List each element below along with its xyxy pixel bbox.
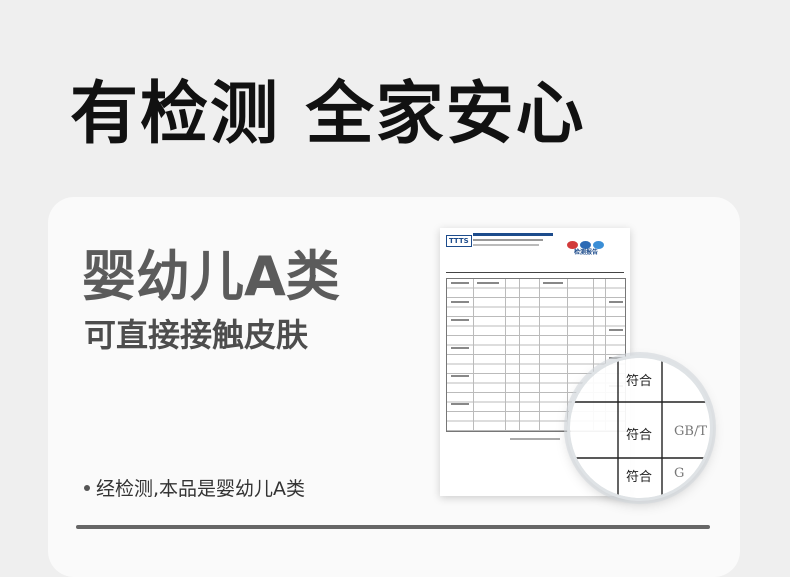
report-logo: TTTS bbox=[446, 235, 472, 247]
card-divider bbox=[76, 525, 710, 529]
page-headline: 有检测 全家安心 bbox=[70, 75, 586, 154]
report-table-cell bbox=[451, 347, 469, 349]
card-title: 婴幼儿A类 bbox=[82, 245, 340, 308]
report-org-line bbox=[473, 239, 543, 241]
report-org-line bbox=[473, 233, 553, 236]
report-table-column bbox=[519, 279, 520, 431]
certification-marks bbox=[567, 234, 611, 249]
report-table-cell bbox=[543, 282, 563, 284]
report-rule bbox=[446, 272, 624, 273]
report-table-cell bbox=[609, 329, 623, 331]
magnified-cell: 符合 bbox=[626, 428, 653, 443]
report-table-column bbox=[567, 279, 568, 431]
bullet-dot-icon bbox=[84, 484, 90, 491]
test-result-bullet: 经检测,本品是婴幼儿A类 bbox=[84, 474, 305, 501]
report-table-column bbox=[539, 279, 540, 431]
report-heading: 检测报告 bbox=[574, 249, 599, 256]
magnified-cell: GB/T bbox=[674, 424, 707, 439]
magnifier-lens: 符合 符合 GB/T 符合 G bbox=[570, 358, 710, 498]
magnified-cell: G bbox=[674, 466, 685, 481]
report-table-column bbox=[505, 279, 506, 431]
report-footer-line bbox=[510, 438, 560, 440]
report-table-cell bbox=[451, 301, 469, 303]
magnified-cell: 符合 bbox=[626, 470, 653, 485]
report-table-cell bbox=[477, 282, 499, 284]
report-table-cell bbox=[451, 403, 469, 405]
test-result-text: 经检测,本品是婴幼儿A类 bbox=[96, 478, 306, 500]
report-table-cell bbox=[451, 375, 469, 377]
report-table-cell bbox=[451, 282, 469, 284]
report-table-column bbox=[473, 279, 474, 431]
report-table-cell bbox=[609, 301, 623, 303]
magnified-cell: 符合 bbox=[626, 374, 653, 389]
card-subtitle: 可直接接触皮肤 bbox=[84, 316, 309, 354]
report-org-line bbox=[473, 244, 539, 246]
report-table-cell bbox=[451, 319, 469, 321]
